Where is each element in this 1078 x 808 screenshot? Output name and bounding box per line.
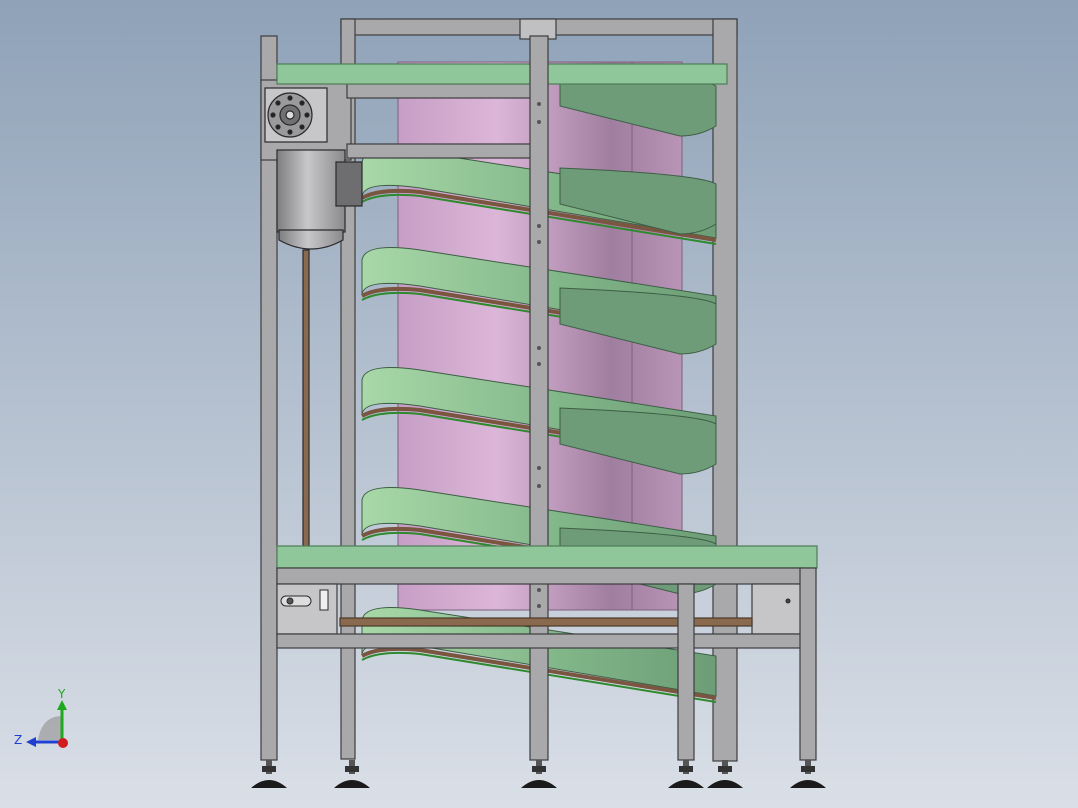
drive-chain: [302, 249, 310, 567]
center-upright: [529, 35, 549, 761]
spiral-conveyor-model[interactable]: Y Z: [0, 0, 1078, 808]
outlet-frame: [276, 567, 802, 585]
triad-y-label: Y: [57, 687, 66, 701]
rear-upright-right: [712, 18, 738, 762]
base-crossbar: [276, 633, 802, 649]
upper-crossbar: [346, 83, 538, 99]
triad-z-label: Z: [14, 733, 22, 747]
outlet-belt: [276, 545, 818, 569]
outlet-end-box: [751, 583, 803, 635]
front-leg-mid: [677, 583, 695, 761]
cad-viewport[interactable]: Y Z: [0, 0, 1078, 808]
motor-crossbar: [346, 143, 538, 159]
gearbox: [264, 87, 328, 143]
inlet-belt: [276, 63, 728, 85]
front-leg-right: [799, 567, 817, 761]
